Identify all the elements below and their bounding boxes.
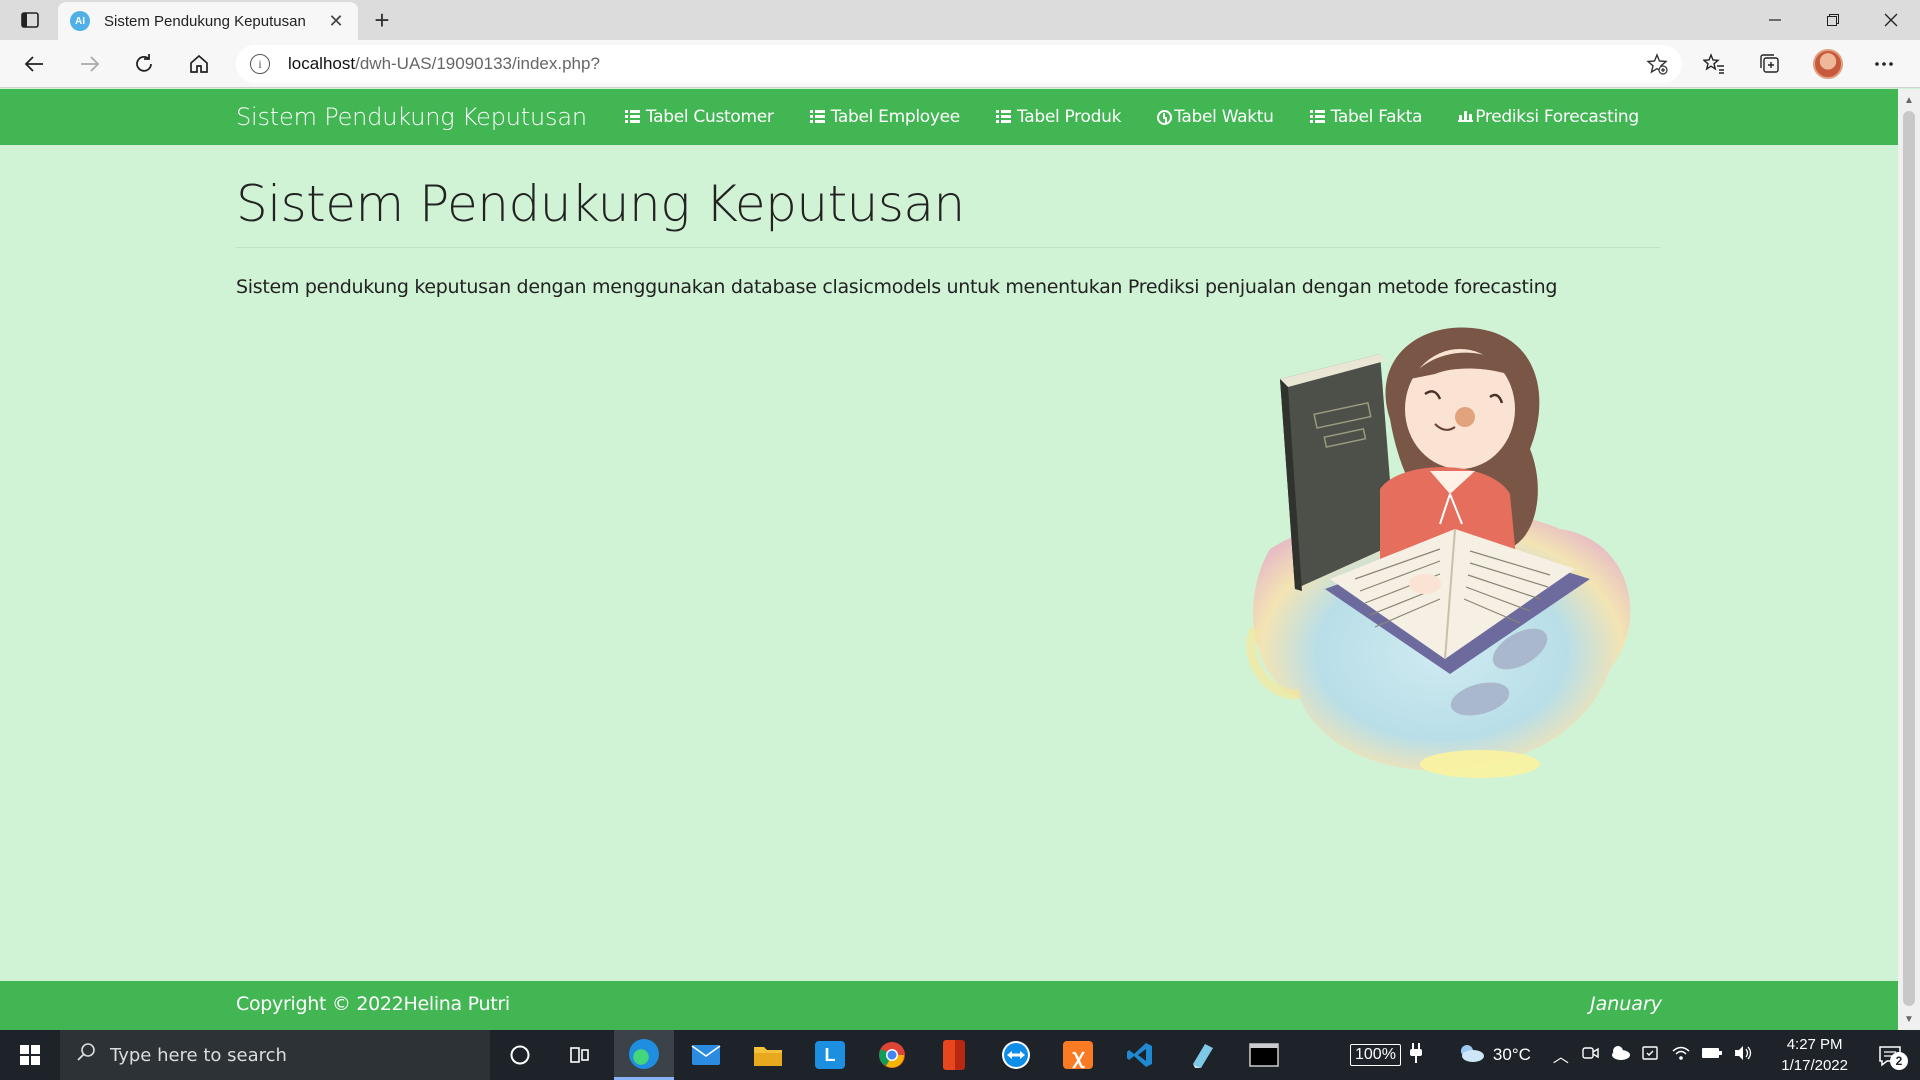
temperature[interactable]: 30°C — [1493, 1045, 1531, 1065]
nav-label: Prediksi Forecasting — [1475, 107, 1639, 127]
vscode-icon[interactable] — [1110, 1030, 1170, 1080]
file-explorer-icon[interactable] — [738, 1030, 798, 1080]
windows-logo-icon — [20, 1045, 40, 1065]
clock-time: 4:27 PM — [1786, 1036, 1843, 1053]
nav-label: Tabel Fakta — [1330, 107, 1423, 127]
nav-label: Tabel Employee — [830, 107, 961, 127]
nav-label: Tabel Customer — [645, 107, 774, 127]
task-view-icon[interactable] — [550, 1030, 610, 1080]
nav-prediksi-forecasting[interactable]: Prediksi Forecasting — [1458, 107, 1639, 127]
onedrive-icon[interactable] — [1609, 1045, 1631, 1066]
site-navbar: Sistem Pendukung Keputusan Tabel Custome… — [0, 89, 1898, 145]
main-content: Sistem Pendukung Keputusan Sistem penduk… — [236, 145, 1660, 298]
scroll-up-arrow[interactable]: ▲ — [1898, 91, 1920, 109]
search-icon — [76, 1042, 96, 1068]
search-placeholder: Type here to search — [110, 1044, 287, 1066]
start-button[interactable] — [0, 1030, 60, 1080]
profile-avatar[interactable] — [1808, 46, 1848, 82]
collections-icon[interactable] — [1750, 46, 1790, 82]
battery-percent[interactable]: 100% — [1350, 1044, 1401, 1066]
clock-icon — [1157, 109, 1173, 125]
list-icon — [995, 110, 1011, 124]
home-icon[interactable] — [181, 46, 217, 82]
tab-close-icon[interactable]: ✕ — [326, 11, 346, 32]
site-footer: Copyright © 2022Helina Putri January — [0, 981, 1898, 1030]
cortana-icon[interactable] — [490, 1030, 550, 1080]
tab-title: Sistem Pendukung Keputusan — [104, 12, 306, 30]
l-app-icon[interactable]: L — [800, 1030, 860, 1080]
footer-copyright: Copyright © 2022Helina Putri — [236, 993, 510, 1015]
nav-label: Tabel Produk — [1016, 107, 1122, 127]
weather-cloud-icon[interactable] — [1457, 1043, 1485, 1068]
more-menu-icon[interactable] — [1864, 46, 1904, 82]
wifi-icon[interactable] — [1671, 1045, 1691, 1066]
notification-center-icon[interactable]: 2 — [1870, 1042, 1910, 1070]
web-page: Sistem Pendukung Keputusan Tabel Custome… — [0, 89, 1898, 1030]
title-divider — [236, 247, 1660, 248]
nav-tabel-fakta[interactable]: Tabel Fakta — [1309, 107, 1423, 127]
nav-tabel-waktu[interactable]: Tabel Waktu — [1157, 107, 1274, 127]
system-tray: 100% 30°C ︿ — [1350, 1030, 1753, 1080]
list-icon — [809, 110, 825, 124]
terminal-icon[interactable] — [1234, 1030, 1294, 1080]
browser-toolbar: i localhost/dwh-UAS/19090133/index.php? — [0, 40, 1920, 88]
page-description: Sistem pendukung keputusan dengan menggu… — [236, 276, 1558, 298]
volume-icon[interactable] — [1733, 1045, 1753, 1066]
list-icon — [624, 110, 640, 124]
show-hidden-icons-icon[interactable]: ︿ — [1553, 1043, 1569, 1067]
taskbar-clock[interactable]: 4:27 PM 1/17/2022 — [1781, 1034, 1848, 1076]
girl-reading-book-illustration — [1246, 327, 1631, 778]
office-icon[interactable] — [924, 1030, 984, 1080]
refresh-icon[interactable] — [126, 46, 162, 82]
favicon-icon: AI — [70, 11, 90, 31]
browser-tab-bar: AI Sistem Pendukung Keputusan ✕ + — [0, 0, 1920, 40]
close-window-button[interactable] — [1862, 0, 1920, 40]
navbar-brand[interactable]: Sistem Pendukung Keputusan — [236, 103, 587, 131]
windows-taskbar: Type here to search L ꭓ 100% 30°C ︿ 4:27… — [0, 1030, 1920, 1080]
add-favorite-icon[interactable] — [1646, 53, 1668, 81]
url-path: /dwh-UAS/19090133/index.php? — [355, 54, 600, 73]
taskbar-search[interactable]: Type here to search — [60, 1030, 490, 1080]
page-scrollbar[interactable]: ▲ ▼ — [1898, 89, 1920, 1030]
list-icon — [1309, 110, 1325, 124]
bar-chart-icon — [1458, 110, 1474, 124]
chrome-icon[interactable] — [862, 1030, 922, 1080]
nav-tabel-employee[interactable]: Tabel Employee — [809, 107, 961, 127]
tab-actions-icon[interactable] — [14, 8, 46, 32]
notepad-icon[interactable] — [1172, 1030, 1232, 1080]
edge-browser-icon[interactable] — [614, 1030, 674, 1080]
restore-button[interactable] — [1804, 0, 1862, 40]
nav-tabel-produk[interactable]: Tabel Produk — [995, 107, 1122, 127]
back-icon[interactable] — [16, 46, 52, 82]
address-bar[interactable]: i localhost/dwh-UAS/19090133/index.php? — [236, 45, 1682, 83]
mail-icon[interactable] — [676, 1030, 736, 1080]
new-tab-button[interactable]: + — [366, 4, 398, 36]
browser-tab[interactable]: AI Sistem Pendukung Keputusan ✕ — [58, 2, 358, 40]
minimize-button[interactable] — [1746, 0, 1804, 40]
nav-tabel-customer[interactable]: Tabel Customer — [624, 107, 774, 127]
plug-icon — [1409, 1042, 1423, 1068]
teamviewer-icon[interactable] — [986, 1030, 1046, 1080]
window-controls — [1746, 0, 1920, 40]
scroll-down-arrow[interactable]: ▼ — [1898, 1010, 1920, 1028]
scroll-thumb[interactable] — [1903, 111, 1915, 1006]
clock-date: 1/17/2022 — [1781, 1057, 1848, 1074]
forward-icon[interactable] — [72, 46, 108, 82]
url-host: localhost — [288, 54, 356, 73]
notification-count: 2 — [1890, 1052, 1908, 1070]
page-title: Sistem Pendukung Keputusan — [236, 175, 965, 233]
nav-label: Tabel Waktu — [1174, 107, 1274, 127]
favorites-icon[interactable] — [1694, 46, 1734, 82]
battery-icon[interactable] — [1701, 1045, 1723, 1065]
footer-month: January — [1589, 993, 1662, 1015]
meet-now-icon[interactable] — [1581, 1044, 1599, 1067]
security-icon[interactable] — [1641, 1044, 1659, 1067]
xampp-icon[interactable]: ꭓ — [1048, 1030, 1108, 1080]
site-info-icon[interactable]: i — [250, 54, 270, 74]
